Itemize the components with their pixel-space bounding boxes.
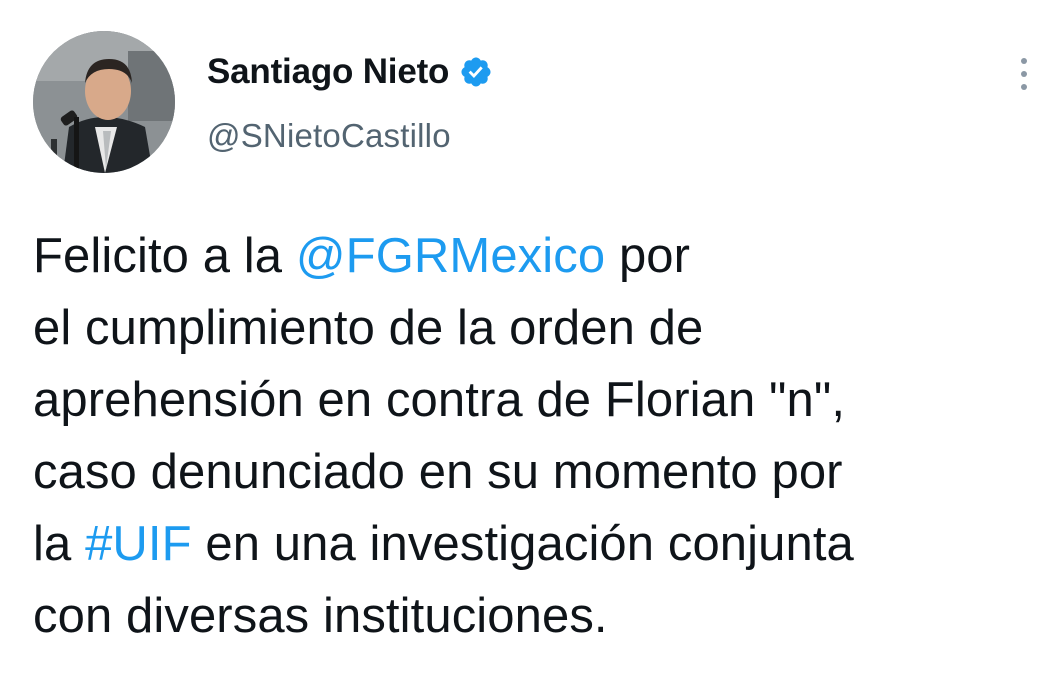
hashtag-link[interactable]: #UIF: [85, 517, 192, 571]
tweet-text-segment: con diversas instituciones.: [33, 589, 608, 643]
tweet-text-line: la #UIF en una investigación conjunta: [33, 508, 1043, 580]
tweet-text-segment: caso denunciado en su momento por: [33, 445, 843, 499]
tweet-text-segment: aprehensión en contra de Florian "n",: [33, 373, 846, 427]
author-handle[interactable]: @SNietoCastillo: [207, 117, 451, 155]
tweet-text-line: Felicito a la @FGRMexico por: [33, 220, 1043, 292]
author-display-name[interactable]: Santiago Nieto: [207, 52, 449, 92]
tweet-text-line: con diversas instituciones.: [33, 580, 1043, 652]
profile-photo-icon: [33, 31, 175, 173]
tweet-card: Santiago Nieto @SNietoCastillo Felicito …: [0, 0, 1062, 682]
tweet-text-line: el cumplimiento de la orden de: [33, 292, 1043, 364]
mention-link[interactable]: @FGRMexico: [296, 229, 605, 283]
more-vertical-icon[interactable]: [1010, 52, 1038, 96]
tweet-text-segment: en una investigación conjunta: [191, 517, 854, 571]
tweet-text: Felicito a la @FGRMexico por el cumplimie…: [33, 220, 1043, 652]
tweet-text-segment: la: [33, 517, 86, 571]
tweet-text-line: caso denunciado en su momento por: [33, 436, 1043, 508]
author-row: Santiago Nieto: [207, 50, 493, 94]
tweet-text-line: aprehensión en contra de Florian "n",: [33, 364, 1043, 436]
avatar[interactable]: [33, 31, 175, 173]
verified-badge-icon: [459, 55, 493, 89]
tweet-text-segment: por: [605, 229, 691, 283]
tweet-text-segment: Felicito a la: [33, 229, 296, 283]
tweet-text-segment: el cumplimiento de la orden de: [33, 301, 704, 355]
